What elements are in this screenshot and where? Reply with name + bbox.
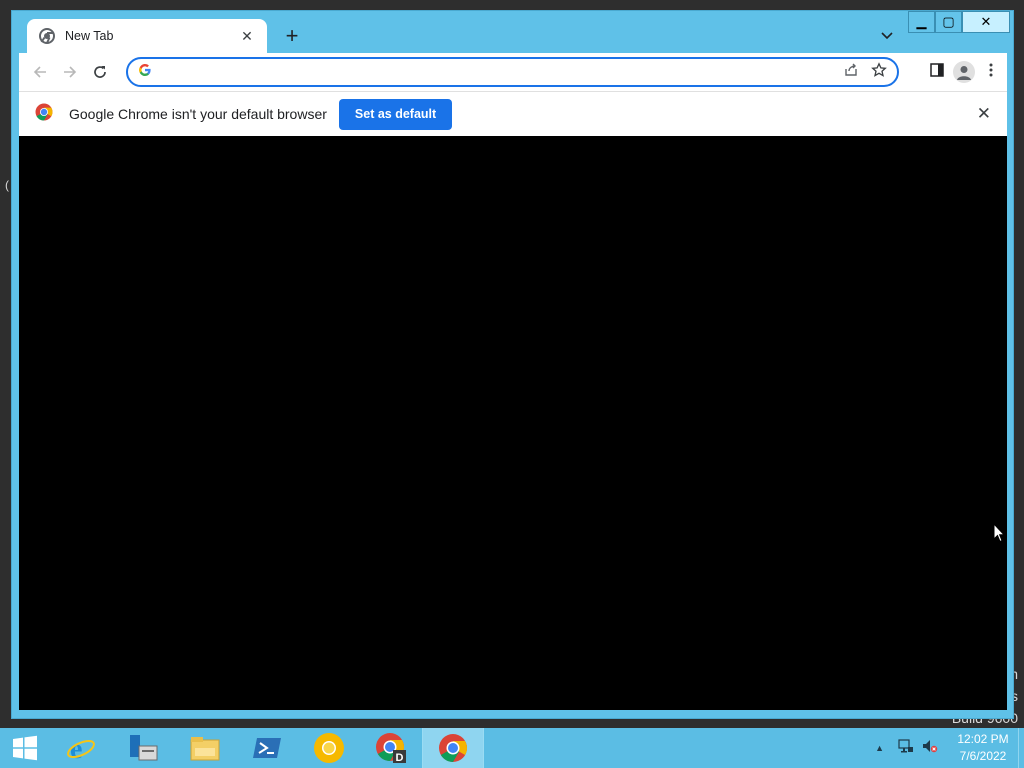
google-g-icon [138, 63, 152, 82]
reload-button[interactable] [85, 57, 115, 87]
address-bar[interactable] [126, 57, 899, 87]
page-content[interactable] [19, 136, 1007, 710]
chrome-favicon-icon [39, 28, 55, 44]
infobar-close-icon[interactable]: ✕ [977, 104, 991, 124]
taskbar-chrome[interactable] [422, 728, 484, 768]
clock-time: 12:02 PM [957, 732, 1009, 746]
side-panel-icon[interactable] [929, 62, 945, 83]
chrome-window: ▁ ▢ ✕ New Tab ✕ + Google Chrome isn't yo… [11, 10, 1014, 719]
taskbar-powershell[interactable] [236, 728, 298, 768]
show-hidden-icons-icon[interactable]: ▲ [875, 743, 884, 753]
mouse-cursor-icon [993, 522, 1006, 543]
tab-title: New Tab [65, 29, 114, 43]
new-tab-button[interactable]: + [281, 25, 303, 47]
taskbar: e D ▲ 12:02 PM 7/6/2022 [0, 728, 1024, 768]
windows-logo-icon [13, 735, 37, 761]
back-arrow-icon [33, 66, 46, 78]
taskbar-file-explorer[interactable] [174, 728, 236, 768]
svg-text:D: D [396, 752, 404, 764]
tab-close-icon[interactable]: ✕ [239, 28, 255, 45]
taskbar-chrome-canary[interactable] [298, 728, 360, 768]
system-tray: ▲ 12:02 PM 7/6/2022 [875, 728, 1024, 768]
share-icon[interactable] [843, 62, 859, 83]
powershell-icon [253, 738, 281, 758]
volume-muted-icon[interactable] [922, 738, 938, 759]
internet-explorer-icon: e [67, 734, 95, 764]
file-explorer-icon [190, 737, 220, 761]
chrome-canary-icon [314, 733, 344, 763]
show-desktop-button[interactable] [1018, 728, 1024, 768]
taskbar-server-manager[interactable] [112, 728, 174, 768]
start-button[interactable] [0, 728, 50, 768]
forward-arrow-icon [64, 66, 77, 78]
set-as-default-button[interactable]: Set as default [338, 98, 453, 130]
forward-button[interactable] [55, 57, 85, 87]
clock-date: 7/6/2022 [959, 749, 1007, 763]
default-browser-infobar: Google Chrome isn't your default browser… [19, 91, 1007, 136]
server-manager-icon [130, 735, 158, 761]
bookmark-star-icon[interactable] [871, 61, 887, 83]
profile-avatar-icon[interactable] [953, 61, 975, 83]
taskbar-chrome-dev[interactable]: D [360, 728, 422, 768]
infobar-message: Google Chrome isn't your default browser [69, 106, 327, 122]
reload-icon [94, 66, 106, 78]
tab-new-tab[interactable]: New Tab ✕ [27, 19, 267, 53]
tab-search-chevron-icon[interactable] [881, 27, 893, 43]
omnibox-input[interactable] [160, 64, 843, 80]
menu-kebab-icon[interactable] [983, 62, 999, 83]
chrome-logo-icon [35, 103, 53, 126]
chrome-dev-icon: D [376, 733, 406, 764]
toolbar [19, 53, 1007, 91]
clock[interactable]: 12:02 PM 7/6/2022 [948, 731, 1018, 765]
network-icon[interactable] [898, 738, 914, 759]
desktop-text-fragment: ( [5, 178, 9, 192]
chrome-icon [439, 734, 467, 762]
taskbar-internet-explorer[interactable]: e [50, 728, 112, 768]
tab-strip: New Tab ✕ + [19, 19, 1013, 53]
back-button[interactable] [25, 57, 55, 87]
toolbar-right [929, 53, 1007, 91]
